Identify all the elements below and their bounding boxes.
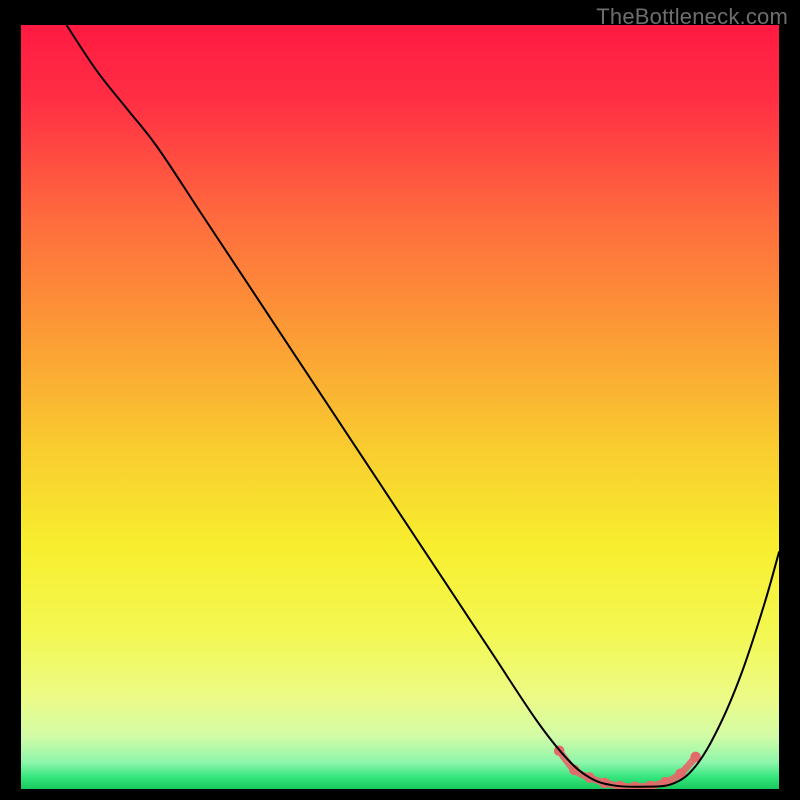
chart-frame: TheBottleneck.com bbox=[0, 0, 800, 800]
bottleneck-chart bbox=[21, 25, 779, 789]
plot-area bbox=[21, 25, 779, 789]
gradient-background bbox=[21, 25, 779, 789]
